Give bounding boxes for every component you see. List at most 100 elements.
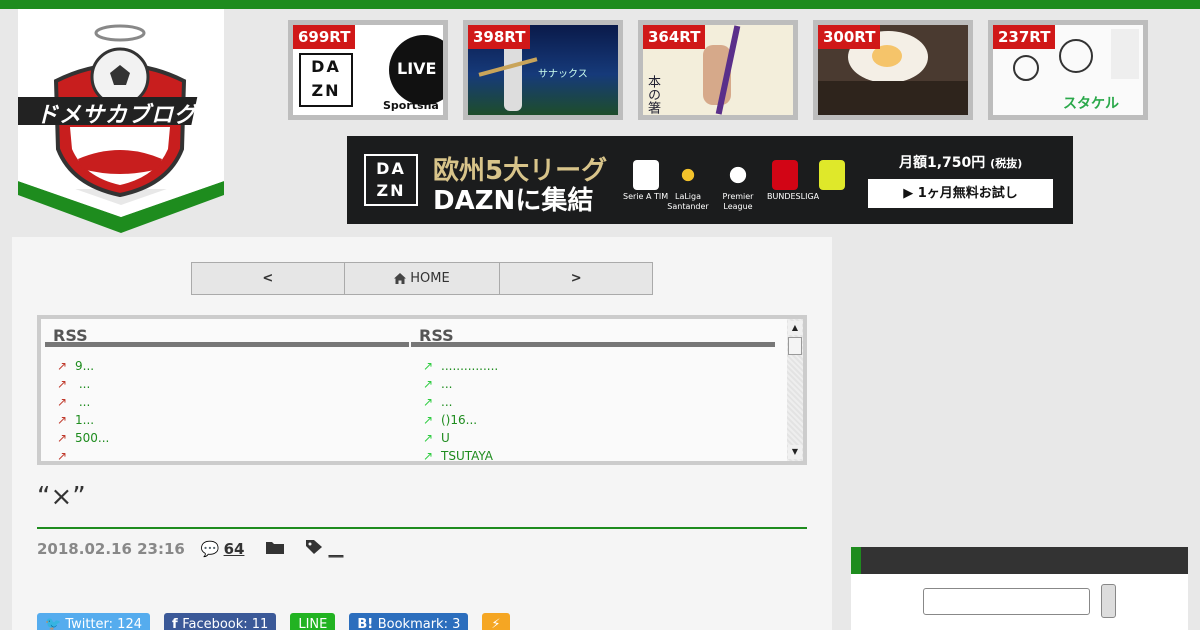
rt-thumbnail-3[interactable]: 本の箸 364RT <box>638 20 798 120</box>
widget-header <box>851 547 1188 574</box>
tag-link[interactable]: __ <box>328 540 343 558</box>
post-meta: 2018.02.16 23:16 💬 64 __ <box>37 540 343 558</box>
sportsnavi-text: Sportsna <box>383 99 439 112</box>
dazn-logo: DA ZN <box>364 154 418 206</box>
facebook-share-button[interactable]: f Facebook: 11 <box>164 613 277 630</box>
rt-thumbnail-4[interactable]: 300RT <box>813 20 973 120</box>
serie-a-icon <box>632 160 659 190</box>
tag-icon <box>306 540 324 558</box>
post-title: “×” <box>37 482 86 512</box>
rss-item[interactable]: ↗ 1... <box>57 411 409 429</box>
live-text: LIVE <box>397 59 437 78</box>
banner-price: 月額1,750円 (税抜) <box>899 155 1023 171</box>
manga-face-1 <box>1013 55 1039 81</box>
external-link-icon: ↗ <box>57 449 68 461</box>
search-button[interactable] <box>1101 584 1116 618</box>
sidebar-search-widget <box>851 547 1188 630</box>
search-input[interactable] <box>923 588 1090 615</box>
home-label: HOME <box>410 271 450 286</box>
chevron-left-icon: < <box>262 271 274 286</box>
rss-list: ↗............... ↗... ↗... ↗ ()16... ↗ U ↗… <box>411 347 775 461</box>
logo-text: ドメサカブログ <box>36 103 198 128</box>
title-divider <box>37 527 807 529</box>
comments-icon: 💬 <box>200 540 220 558</box>
comments-count-link[interactable]: 64 <box>224 540 245 558</box>
free-trial-button[interactable]: ▶ 1ヶ月無料お試し <box>868 179 1053 208</box>
facebook-icon: f <box>172 617 183 630</box>
share-buttons: 🐦 Twitter: 124 f Facebook: 11 LINE B! Bo… <box>37 613 524 630</box>
bolt-icon: ⚡ <box>491 617 501 630</box>
rss-item[interactable]: ↗............... <box>423 357 775 375</box>
hatena-icon: B! <box>357 617 378 630</box>
logo-subtext: domesoccer blog <box>80 128 158 138</box>
rss-item[interactable]: ↗ U <box>423 429 775 447</box>
manga-face-2 <box>1059 39 1093 73</box>
rt-badge: 300RT <box>818 25 881 49</box>
hatena-bookmark-button[interactable]: B! Bookmark: 3 <box>349 613 469 630</box>
league-bundesliga: BUNDESLIGA <box>767 160 819 202</box>
rt-thumbnail-5[interactable]: スタケル 237RT <box>988 20 1148 120</box>
rss-item[interactable]: ↗ TSUTAYA <box>423 447 775 461</box>
dazn-ad-banner[interactable]: DA ZN 欧州5大リーグ DAZNに集結 Serie A TIM LaLiga… <box>347 136 1073 224</box>
rt-badge: 398RT <box>468 25 531 49</box>
prev-post-button[interactable]: < <box>192 263 345 294</box>
chevron-right-icon: > <box>570 271 582 286</box>
rt-badge: 237RT <box>993 25 1056 49</box>
home-icon <box>394 273 407 284</box>
rss-item[interactable]: ↗ ... <box>57 375 409 393</box>
rss-item[interactable]: ↗ 9... <box>57 357 409 375</box>
top-accent-bar <box>0 0 1200 9</box>
site-logo[interactable]: ドメサカブログ domesoccer blog <box>18 9 224 233</box>
rt-thumbnail-1[interactable]: DA ZN LIVE Sportsna 699RT <box>288 20 448 120</box>
rss-item[interactable]: ↗... <box>423 375 775 393</box>
folder-icon[interactable] <box>266 540 285 558</box>
post-date: 2018.02.16 23:16 <box>37 540 185 558</box>
rss-list: ↗ 9... ↗ ... ↗ ... ↗ 1... ↗ 500... ↗ <box>45 347 409 461</box>
rss-column-left: RSS ↗ 9... ↗ ... ↗ ... ↗ 1... ↗ 500... ↗ <box>45 319 409 461</box>
external-link-icon: ↗ <box>57 413 68 427</box>
rss-title: RSS <box>411 319 775 347</box>
next-post-button[interactable]: > <box>500 263 652 294</box>
rss-item[interactable]: ↗ <box>57 447 409 461</box>
league-premier: Premier League <box>721 160 755 212</box>
external-link-icon: ↗ <box>423 431 434 445</box>
home-button[interactable]: HOME <box>345 263 501 294</box>
rss-item[interactable]: ↗ ... <box>57 393 409 411</box>
scroll-thumb[interactable] <box>788 337 802 355</box>
rt-badge: 364RT <box>643 25 706 49</box>
league-serie-a: Serie A TIM <box>623 160 668 202</box>
external-link-icon: ↗ <box>423 413 434 427</box>
line-share-button[interactable]: LINE <box>290 613 336 630</box>
rss-title: RSS <box>45 319 409 347</box>
twitter-share-button[interactable]: 🐦 Twitter: 124 <box>37 613 150 630</box>
rss-scrollbar[interactable]: ▲ ▼ <box>787 319 803 461</box>
bundesliga-icon <box>772 160 798 190</box>
external-link-icon: ↗ <box>57 359 68 373</box>
rss-item[interactable]: ↗ 500... <box>57 429 409 447</box>
external-link-icon: ↗ <box>57 431 68 445</box>
laliga-icon <box>675 160 701 190</box>
pocket-button[interactable]: ⚡ <box>482 613 510 630</box>
rss-scroll-area[interactable]: RSS ↗ 9... ↗ ... ↗ ... ↗ 1... ↗ 500... ↗ RS… <box>41 319 803 461</box>
book-text: 本の箸 <box>645 75 660 114</box>
manga-title: スタケル <box>1063 96 1119 112</box>
twitter-icon: 🐦 <box>45 617 66 630</box>
rt-thumbnail-2[interactable]: サナックス 398RT <box>463 20 623 120</box>
external-link-icon: ↗ <box>423 377 434 391</box>
external-link-icon: ↗ <box>423 395 434 409</box>
rss-widget: RSS ↗ 9... ↗ ... ↗ ... ↗ 1... ↗ 500... ↗ RS… <box>37 315 807 465</box>
dish-shape <box>818 81 968 115</box>
post-navigation: < HOME > <box>191 262 653 295</box>
league-ligue1 <box>817 160 847 192</box>
dazn-mini-logo: DA ZN <box>299 53 353 107</box>
player-figure <box>504 41 522 111</box>
rss-item[interactable]: ↗ ()16... <box>423 411 775 429</box>
scroll-down-arrow-icon[interactable]: ▼ <box>788 445 802 459</box>
external-link-icon: ↗ <box>57 395 68 409</box>
rss-item[interactable]: ↗... <box>423 393 775 411</box>
stadium-sign: サナックス <box>538 69 588 80</box>
league-laliga: LaLiga Santander <box>663 160 713 212</box>
main-content: < HOME > RSS ↗ 9... ↗ ... ↗ ... ↗ 1... ↗ 50… <box>12 237 832 630</box>
scroll-up-arrow-icon[interactable]: ▲ <box>788 321 802 335</box>
external-link-icon: ↗ <box>423 359 434 373</box>
